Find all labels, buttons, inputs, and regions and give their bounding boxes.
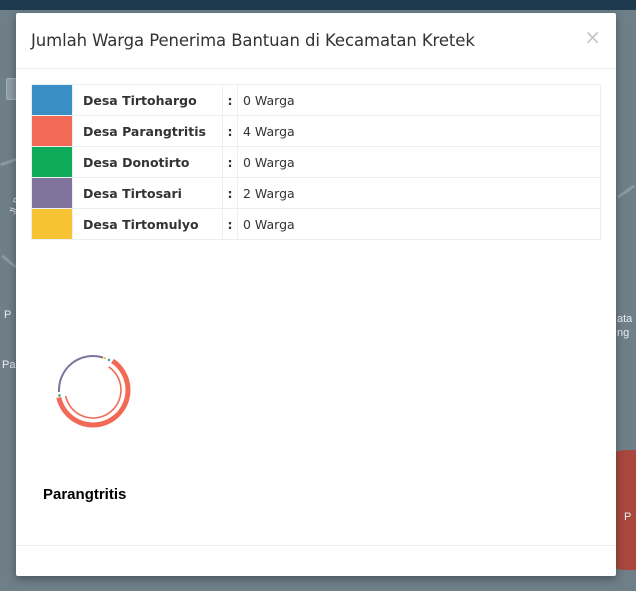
legend-table: Desa Tirtohargo : 0 Warga Desa Parangtri… xyxy=(31,84,601,240)
resident-count: 2 Warga xyxy=(237,177,601,209)
table-row: Desa Donotirto : 0 Warga xyxy=(31,146,601,178)
resident-count: 0 Warga xyxy=(237,84,601,116)
color-swatch-cell xyxy=(31,84,73,116)
donut-chart-svg[interactable] xyxy=(56,353,136,433)
separator: : xyxy=(222,84,238,116)
map-label: P xyxy=(624,511,632,523)
donut-chart[interactable] xyxy=(56,353,136,433)
table-row: Desa Tirtomulyo : 0 Warga xyxy=(31,208,601,240)
color-swatch xyxy=(32,85,72,115)
donut-slice-desa-tirtomulyo[interactable] xyxy=(103,356,106,360)
close-icon[interactable]: × xyxy=(584,27,601,47)
separator: : xyxy=(222,115,238,147)
resident-count: 4 Warga xyxy=(237,115,601,147)
village-name: Desa Donotirto xyxy=(72,146,223,178)
color-swatch-cell xyxy=(31,146,73,178)
village-name: Desa Tirtosari xyxy=(72,177,223,209)
color-swatch xyxy=(32,209,72,239)
modal-title: Jumlah Warga Penerima Bantuan di Kecamat… xyxy=(31,31,475,50)
table-row: Desa Parangtritis : 4 Warga xyxy=(31,115,601,147)
village-name: Desa Tirtohargo xyxy=(72,84,223,116)
map-label: ata xyxy=(617,313,633,325)
color-swatch-cell xyxy=(31,208,73,240)
color-swatch xyxy=(32,178,72,208)
map-label: ng xyxy=(617,327,630,339)
separator: : xyxy=(222,208,238,240)
separator: : xyxy=(222,146,238,178)
resident-count: 0 Warga xyxy=(237,146,601,178)
donut-slice-desa-parangtritis[interactable] xyxy=(64,366,122,419)
donut-slice-desa-tirtohargo[interactable] xyxy=(107,358,111,362)
info-modal: Jumlah Warga Penerima Bantuan di Kecamat… xyxy=(16,13,616,576)
modal-header: Jumlah Warga Penerima Bantuan di Kecamat… xyxy=(16,13,616,69)
chart-hover-label: Parangtritis xyxy=(43,486,127,503)
map-label: Pa xyxy=(2,359,16,371)
background-topbar xyxy=(0,0,636,10)
color-swatch-cell xyxy=(31,177,73,209)
modal-footer-divider xyxy=(16,545,616,546)
table-row: Desa Tirtohargo : 0 Warga xyxy=(31,84,601,116)
color-swatch xyxy=(32,147,72,177)
map-label: P xyxy=(4,309,12,321)
village-name: Desa Parangtritis xyxy=(72,115,223,147)
donut-slice-desa-donotirto[interactable] xyxy=(58,394,61,397)
map-road xyxy=(616,184,636,199)
donut-slice-highlight-desa-parangtritis[interactable] xyxy=(56,358,131,428)
map-road xyxy=(1,254,17,269)
separator: : xyxy=(222,177,238,209)
color-swatch-cell xyxy=(31,115,73,147)
donut-slice-desa-tirtosari[interactable] xyxy=(58,355,104,393)
modal-body: Desa Tirtohargo : 0 Warga Desa Parangtri… xyxy=(16,69,616,240)
village-name: Desa Tirtomulyo xyxy=(72,208,223,240)
color-swatch xyxy=(32,116,72,146)
table-row: Desa Tirtosari : 2 Warga xyxy=(31,177,601,209)
resident-count: 0 Warga xyxy=(237,208,601,240)
